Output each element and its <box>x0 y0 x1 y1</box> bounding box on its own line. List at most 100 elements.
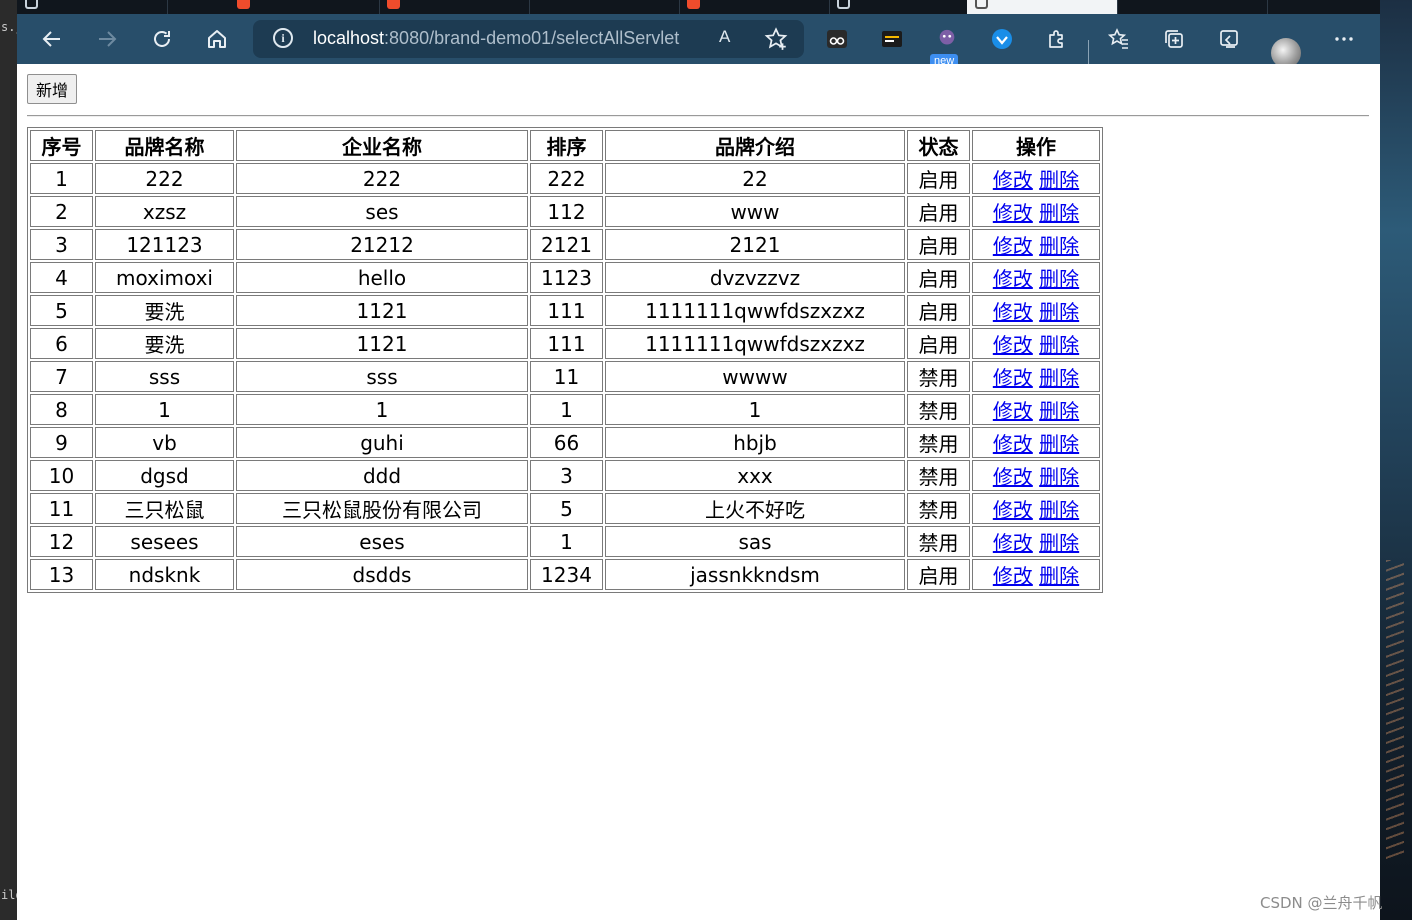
cell-ordered: 222 <box>530 163 603 194</box>
cell-ordered: 1234 <box>530 559 603 590</box>
table-header-row: 序号 品牌名称 企业名称 排序 品牌介绍 状态 操作 <box>30 130 1100 161</box>
delete-link[interactable]: 删除 <box>1039 201 1079 225</box>
delete-link[interactable]: 删除 <box>1039 300 1079 324</box>
cell-id: 9 <box>30 427 93 458</box>
cell-actions: 修改 删除 <box>972 163 1100 194</box>
edit-link[interactable]: 修改 <box>993 432 1033 456</box>
edit-link[interactable]: 修改 <box>993 234 1033 258</box>
settings-menu-button[interactable] <box>1329 24 1359 54</box>
delete-link[interactable]: 删除 <box>1039 399 1079 423</box>
browser-tab[interactable] <box>17 0 168 14</box>
favorites-button[interactable] <box>1104 24 1134 54</box>
delete-link[interactable]: 删除 <box>1039 333 1079 357</box>
table-row: 8 1 1 1 1 禁用 修改 删除 <box>30 394 1100 425</box>
table-row: 5 要洗 1121 111 1111111qwwfdszxzxz 启用 修改 删除 <box>30 295 1100 326</box>
cell-company: 1121 <box>236 328 528 359</box>
cell-actions: 修改 删除 <box>972 559 1100 590</box>
cell-status: 禁用 <box>907 361 970 392</box>
cell-id: 10 <box>30 460 93 491</box>
cell-id: 13 <box>30 559 93 590</box>
watermark: CSDN @兰舟千帆 <box>1260 894 1383 912</box>
delete-link[interactable]: 删除 <box>1039 234 1079 258</box>
desktop-wallpaper-right <box>1380 0 1412 920</box>
cell-ordered: 3 <box>530 460 603 491</box>
extensions-button[interactable] <box>1042 24 1072 54</box>
cell-id: 6 <box>30 328 93 359</box>
info-icon[interactable]: i <box>273 28 293 48</box>
cell-brand: moximoxi <box>95 262 234 293</box>
delete-link[interactable]: 删除 <box>1039 267 1079 291</box>
delete-link[interactable]: 删除 <box>1039 168 1079 192</box>
tab-favicon-icon <box>25 0 38 9</box>
cell-company: 21212 <box>236 229 528 260</box>
cell-company: eses <box>236 526 528 557</box>
column-header-id: 序号 <box>30 130 93 161</box>
cell-ordered: 1 <box>530 394 603 425</box>
edit-link[interactable]: 修改 <box>993 300 1033 324</box>
delete-link[interactable]: 删除 <box>1039 531 1079 555</box>
screenshot-button[interactable] <box>1214 24 1244 54</box>
extension-button[interactable] <box>932 24 962 54</box>
read-aloud-icon[interactable]: A <box>719 27 730 47</box>
cell-actions: 修改 删除 <box>972 328 1100 359</box>
cell-actions: 修改 删除 <box>972 427 1100 458</box>
csdn-favicon-icon <box>687 0 700 9</box>
toolbar-separator <box>1088 40 1089 64</box>
browser-window: i localhost:8080/brand-demo01/selectAllS… <box>17 0 1380 920</box>
back-button[interactable] <box>35 22 69 56</box>
tab-favicon-icon <box>975 0 988 9</box>
table-row: 3 121123 21212 2121 2121 启用 修改 删除 <box>30 229 1100 260</box>
edit-link[interactable]: 修改 <box>993 366 1033 390</box>
extension-button[interactable] <box>877 24 907 54</box>
cell-id: 2 <box>30 196 93 227</box>
cell-company: dsdds <box>236 559 528 590</box>
browser-tab[interactable] <box>1117 0 1268 14</box>
cell-description: jassnkkndsm <box>605 559 905 590</box>
edit-link[interactable]: 修改 <box>993 564 1033 588</box>
table-row: 9 vb guhi 66 hbjb 禁用 修改 删除 <box>30 427 1100 458</box>
collections-button[interactable] <box>1159 24 1189 54</box>
refresh-button[interactable] <box>145 22 179 56</box>
extension-button[interactable] <box>822 24 852 54</box>
cell-actions: 修改 删除 <box>972 526 1100 557</box>
browser-tab[interactable] <box>229 0 380 14</box>
cell-actions: 修改 删除 <box>972 394 1100 425</box>
add-brand-button[interactable]: 新增 <box>27 74 78 104</box>
delete-link[interactable]: 删除 <box>1039 465 1079 489</box>
cell-ordered: 111 <box>530 328 603 359</box>
cell-description: 1111111qwwfdszxzxz <box>605 328 905 359</box>
cell-ordered: 112 <box>530 196 603 227</box>
delete-link[interactable]: 删除 <box>1039 564 1079 588</box>
refresh-icon <box>154 30 170 47</box>
url-text[interactable]: localhost:8080/brand-demo01/selectAllSer… <box>313 28 679 49</box>
cell-brand: vb <box>95 427 234 458</box>
cell-brand: 要洗 <box>95 295 234 326</box>
csdn-favicon-icon <box>387 0 400 9</box>
browser-tab[interactable] <box>679 0 830 14</box>
forward-button[interactable] <box>90 22 124 56</box>
delete-link[interactable]: 删除 <box>1039 432 1079 456</box>
edit-link[interactable]: 修改 <box>993 399 1033 423</box>
edit-link[interactable]: 修改 <box>993 531 1033 555</box>
cell-company: 三只松鼠股份有限公司 <box>236 493 528 524</box>
delete-link[interactable]: 删除 <box>1039 366 1079 390</box>
browser-tab[interactable] <box>829 0 980 14</box>
edit-link[interactable]: 修改 <box>993 333 1033 357</box>
cell-status: 禁用 <box>907 493 970 524</box>
cell-company: ddd <box>236 460 528 491</box>
delete-link[interactable]: 删除 <box>1039 498 1079 522</box>
extension-button[interactable] <box>987 24 1017 54</box>
browser-tab-active[interactable] <box>967 0 1118 14</box>
browser-tab[interactable] <box>379 0 530 14</box>
cell-brand: sss <box>95 361 234 392</box>
tab-strip <box>17 0 1380 14</box>
address-bar[interactable]: i localhost:8080/brand-demo01/selectAllS… <box>253 20 804 58</box>
edit-link[interactable]: 修改 <box>993 201 1033 225</box>
add-favorite-icon[interactable] <box>763 26 789 52</box>
browser-tab[interactable] <box>529 0 680 14</box>
edit-link[interactable]: 修改 <box>993 267 1033 291</box>
edit-link[interactable]: 修改 <box>993 168 1033 192</box>
edit-link[interactable]: 修改 <box>993 465 1033 489</box>
home-button[interactable] <box>200 22 234 56</box>
edit-link[interactable]: 修改 <box>993 498 1033 522</box>
